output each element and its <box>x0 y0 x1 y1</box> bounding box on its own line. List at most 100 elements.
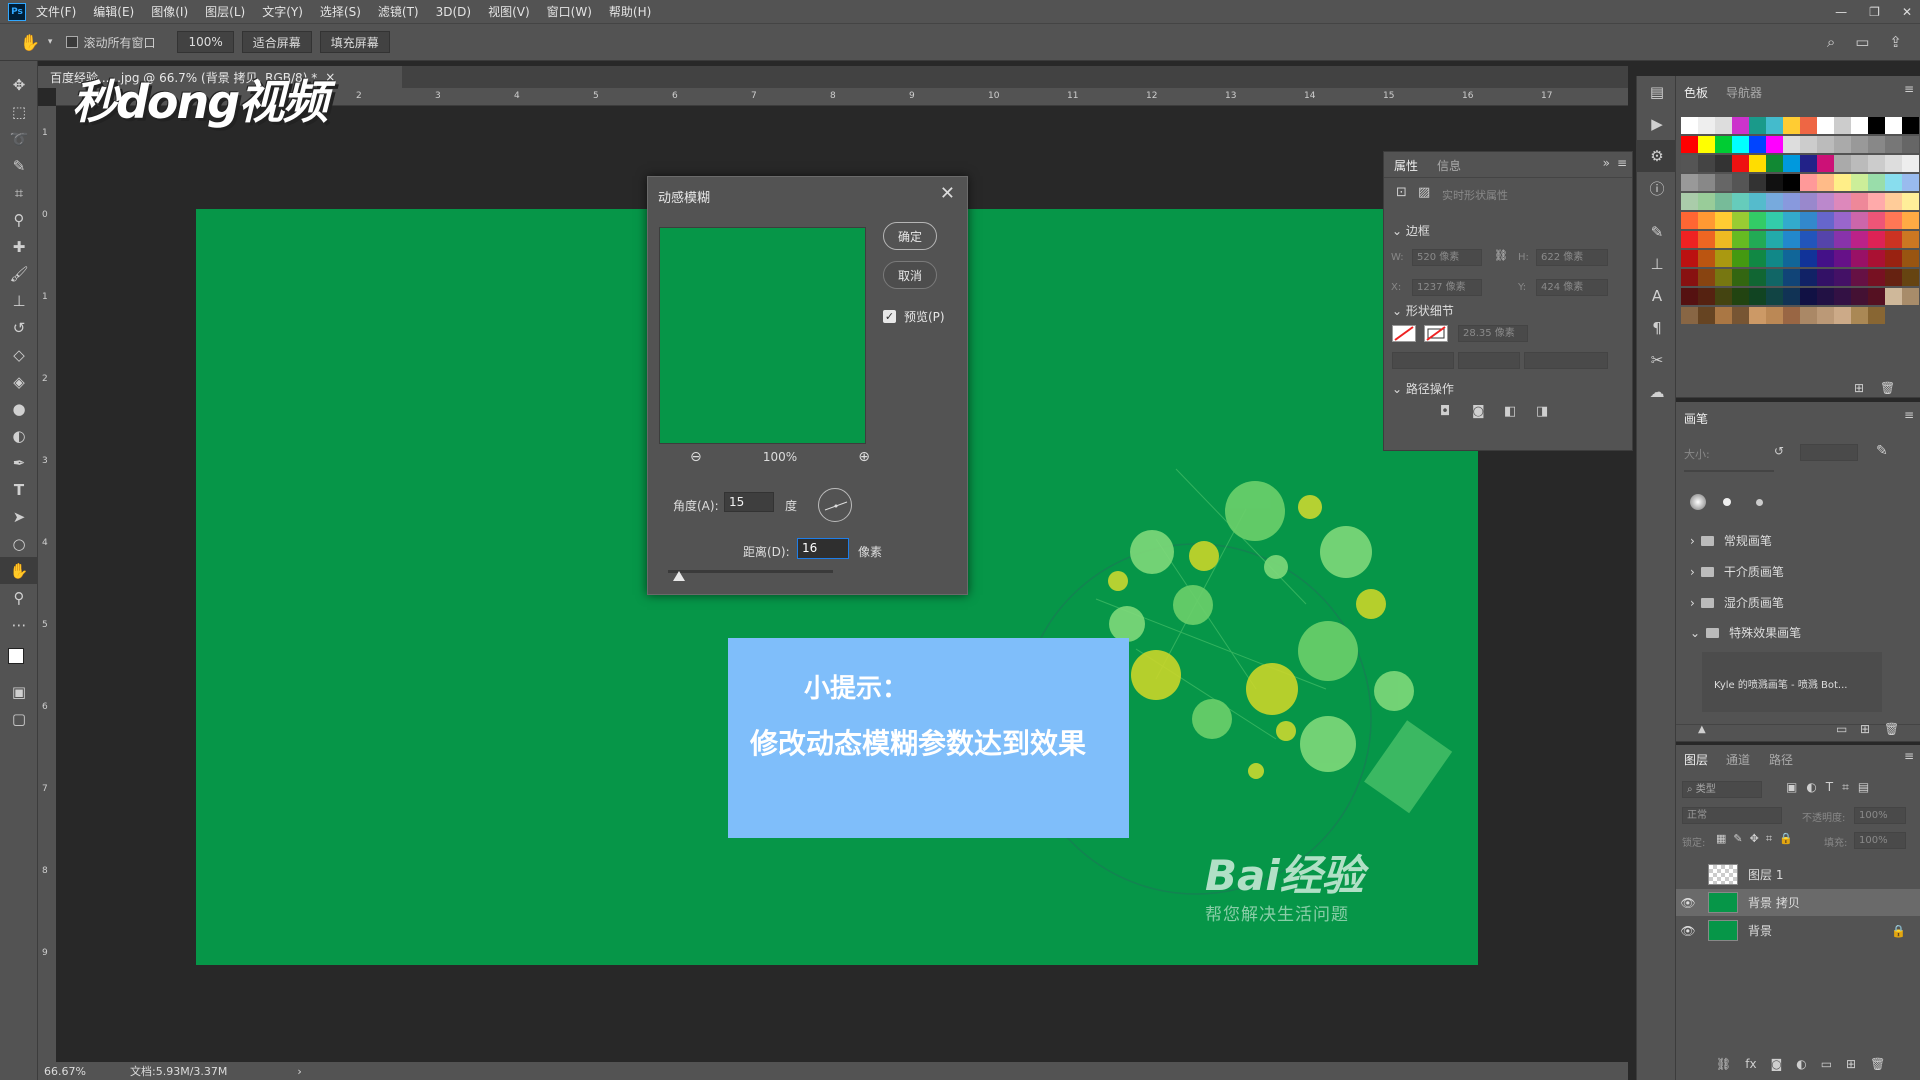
size-field[interactable] <box>1800 444 1858 461</box>
brush-folder-special[interactable]: ⌄ 特殊效果画笔 <box>1690 624 1801 641</box>
swatch[interactable] <box>1817 117 1834 134</box>
swatch[interactable] <box>1715 155 1732 172</box>
zoom-100-button[interactable]: 100% <box>177 31 234 53</box>
swatch[interactable] <box>1834 117 1851 134</box>
layers-menu-icon[interactable]: ≡ <box>1904 749 1914 763</box>
color-swatches[interactable] <box>0 638 38 678</box>
collapse-panel-icon[interactable]: » <box>1603 156 1610 170</box>
swatch[interactable] <box>1681 117 1698 134</box>
swatch[interactable] <box>1715 212 1732 229</box>
status-chevron-icon[interactable]: › <box>297 1065 301 1078</box>
swatch[interactable] <box>1834 288 1851 305</box>
swatch[interactable] <box>1902 269 1919 286</box>
swatch[interactable] <box>1800 193 1817 210</box>
section-shape-details[interactable]: ⌄ 形状细节 <box>1392 302 1454 319</box>
new-group-icon[interactable]: ▭ <box>1821 1057 1832 1071</box>
fill-screen-button[interactable]: 填充屏幕 <box>319 31 390 53</box>
tab-close-icon[interactable]: × <box>325 70 335 84</box>
blend-mode-dropdown[interactable]: 正常 <box>1682 807 1782 824</box>
stroke-caps-field[interactable] <box>1524 352 1608 369</box>
move-tool-icon[interactable]: ✥ <box>0 71 38 98</box>
swatch[interactable] <box>1834 155 1851 172</box>
swatch[interactable] <box>1749 174 1766 191</box>
swatch[interactable] <box>1902 117 1919 134</box>
add-mask-icon[interactable]: ◙ <box>1771 1057 1783 1071</box>
menu-view[interactable]: 视图(V) <box>488 3 530 20</box>
swatch[interactable] <box>1817 174 1834 191</box>
swatch[interactable] <box>1715 231 1732 248</box>
tools-scissor-icon[interactable]: ✂ <box>1637 344 1677 376</box>
zoom-in-icon[interactable]: ⊕ <box>858 449 870 465</box>
swatch[interactable] <box>1868 250 1885 267</box>
eyedropper-tool-icon[interactable]: ⚲ <box>0 206 38 233</box>
x-field[interactable]: 1237 像素 <box>1412 279 1482 296</box>
swatch[interactable] <box>1766 269 1783 286</box>
swatch[interactable] <box>1698 269 1715 286</box>
swatch[interactable] <box>1766 155 1783 172</box>
adjustment-layer-icon[interactable]: ◐ <box>1796 1057 1806 1071</box>
section-path-operations[interactable]: ⌄ 路径操作 <box>1392 380 1454 397</box>
swatch[interactable] <box>1885 212 1902 229</box>
brush-folder-general[interactable]: › 常规画笔 <box>1690 532 1772 549</box>
swatch[interactable] <box>1681 193 1698 210</box>
pen-tool-icon[interactable]: ✒ <box>0 449 38 476</box>
angle-dial[interactable] <box>818 488 852 522</box>
info-icon[interactable]: ⓘ <box>1637 172 1677 204</box>
swatch[interactable] <box>1732 155 1749 172</box>
swatch[interactable] <box>1885 174 1902 191</box>
tab-layers[interactable]: 图层 <box>1684 751 1708 768</box>
layer-row-selected[interactable]: 👁 背景 拷贝 <box>1676 889 1920 916</box>
swatch[interactable] <box>1783 155 1800 172</box>
magic-wand-tool-icon[interactable]: ✎ <box>0 152 38 179</box>
ok-button[interactable]: 确定 <box>883 222 937 250</box>
swatch[interactable] <box>1749 193 1766 210</box>
type-tool-icon[interactable]: T <box>0 476 38 503</box>
swatch[interactable] <box>1834 212 1851 229</box>
history-icon[interactable]: ▤ <box>1637 76 1677 108</box>
zoom-tool-icon[interactable]: ⚲ <box>0 584 38 611</box>
brush-folder-dry[interactable]: › 干介质画笔 <box>1690 563 1784 580</box>
swatch[interactable] <box>1834 269 1851 286</box>
swatch[interactable] <box>1783 307 1800 324</box>
tab-properties[interactable]: 属性 <box>1394 157 1418 174</box>
brush-preset-soft[interactable] <box>1690 494 1706 510</box>
swatch[interactable] <box>1715 269 1732 286</box>
reset-size-icon[interactable]: ↺ <box>1774 444 1784 458</box>
intersect-shapes-icon[interactable]: ◧ <box>1504 404 1516 419</box>
stroke-swatch[interactable] <box>1424 325 1448 342</box>
menu-select[interactable]: 选择(S) <box>320 3 361 20</box>
swatch[interactable] <box>1868 231 1885 248</box>
close-icon[interactable]: ✕ <box>1902 5 1912 19</box>
cancel-button[interactable]: 取消 <box>883 261 937 289</box>
swatch[interactable] <box>1817 193 1834 210</box>
swatch[interactable] <box>1732 307 1749 324</box>
link-layers-icon[interactable]: ⛓ <box>1716 1057 1731 1071</box>
preview-slider-thumb-icon[interactable]: ▲ <box>1698 724 1706 735</box>
tab-info[interactable]: 信息 <box>1437 157 1461 174</box>
link-icon[interactable]: ⛓ <box>1494 249 1508 262</box>
swatch[interactable] <box>1766 174 1783 191</box>
swatch[interactable] <box>1698 117 1715 134</box>
swatch[interactable] <box>1868 174 1885 191</box>
swatch[interactable] <box>1902 212 1919 229</box>
dodge-tool-icon[interactable]: ◐ <box>0 422 38 449</box>
swatch[interactable] <box>1715 307 1732 324</box>
fx-icon[interactable]: fx <box>1745 1057 1756 1071</box>
libraries-icon[interactable]: ☁ <box>1637 376 1677 408</box>
menu-edit[interactable]: 编辑(E) <box>93 3 134 20</box>
new-swatch-icon[interactable]: ⊞ <box>1854 381 1864 395</box>
swatch[interactable] <box>1834 136 1851 153</box>
section-bounds[interactable]: ⌄ 边框 <box>1392 222 1430 239</box>
dialog-close-icon[interactable]: ✕ <box>940 183 955 204</box>
menu-filter[interactable]: 滤镜(T) <box>378 3 419 20</box>
search-icon[interactable]: ⌕ <box>1827 33 1835 51</box>
swatch[interactable] <box>1732 288 1749 305</box>
swatch[interactable] <box>1715 250 1732 267</box>
actions-play-icon[interactable]: ▶ <box>1637 108 1677 140</box>
swatch[interactable] <box>1715 117 1732 134</box>
subtract-shape-icon[interactable]: ◙ <box>1472 404 1485 419</box>
stroke-align-field[interactable] <box>1458 352 1520 369</box>
swatch[interactable] <box>1783 288 1800 305</box>
swatch[interactable] <box>1817 231 1834 248</box>
layer-filter-icons[interactable]: ▣◐T⌗▤ <box>1786 780 1878 795</box>
